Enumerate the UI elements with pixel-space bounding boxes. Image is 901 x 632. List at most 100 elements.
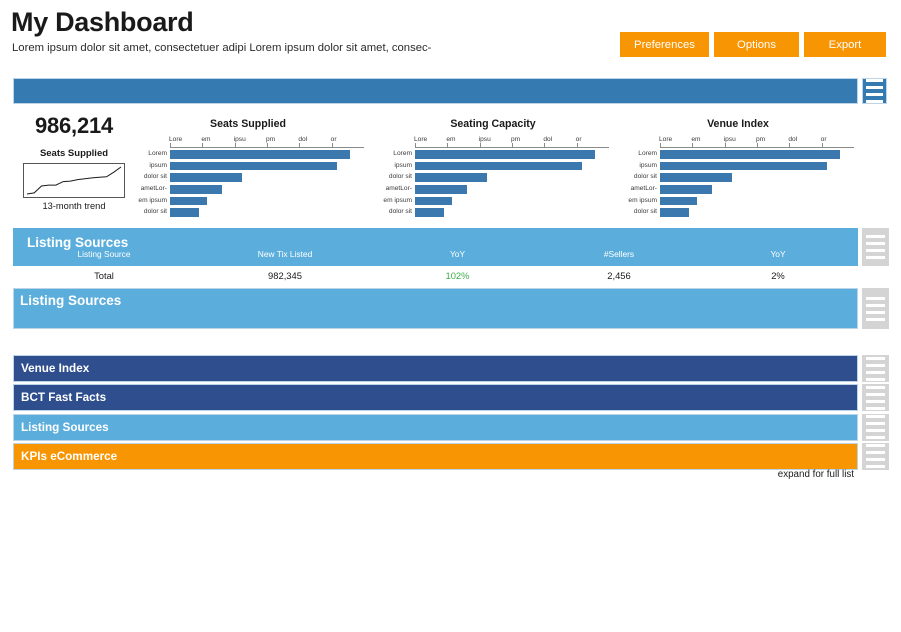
cell-sellers: 2,456 <box>607 270 631 281</box>
bar-track <box>415 150 609 159</box>
bar-category-label: dolor sit <box>633 208 657 216</box>
listing-sources-table-panel[interactable]: Listing Sources Listing Source New Tix L… <box>13 228 858 266</box>
axis-tick-label: dol <box>788 136 798 143</box>
axis-tick <box>170 143 171 148</box>
bar-row: Lorem <box>377 149 609 160</box>
bar-row: em ipsum <box>132 196 364 207</box>
axis-tick-label: or <box>820 136 827 143</box>
axis-tick-label: Lore <box>414 136 428 143</box>
column-header-sellers: #Sellers <box>603 249 635 259</box>
grip-line <box>865 310 886 314</box>
bar-track <box>170 161 364 171</box>
table-row: Total 982,345 102% 2,456 2% <box>13 270 858 281</box>
axis-tick-label: em <box>446 136 456 143</box>
bar-track <box>660 173 854 182</box>
export-button[interactable]: Export <box>804 32 886 57</box>
bar-row: dolor sit <box>622 172 854 183</box>
grip-line <box>865 422 886 426</box>
bar-category-label: Lorem <box>638 149 657 157</box>
section-listing-sources[interactable]: Listing Sources <box>13 413 858 441</box>
bar-row: Lorem <box>132 149 364 160</box>
section-label: Venue Index <box>21 362 90 375</box>
grip-line <box>865 458 886 462</box>
chart-title: Seating Capacity <box>450 118 536 130</box>
bar-category-label: ametLor- <box>385 185 412 193</box>
drag-handle-icon-venue-index[interactable] <box>862 355 889 382</box>
axis-tick <box>512 143 513 148</box>
page-title: My Dashboard <box>11 7 194 37</box>
bar-track <box>415 161 609 171</box>
bar-row: ipsum <box>622 161 854 172</box>
bar <box>660 185 713 194</box>
axis-tick <box>299 143 301 148</box>
section-label: KPIs eCommerce <box>21 449 118 463</box>
kpi-label: Seats Supplied <box>39 148 109 160</box>
section-kpis-ecommerce[interactable]: KPIs eCommerce <box>13 442 858 470</box>
bar-row: dolor sit <box>132 207 364 218</box>
bar-track <box>170 173 364 182</box>
bar <box>415 208 445 217</box>
bar-row: Lorem <box>622 149 854 160</box>
section-venue-index[interactable]: Venue Index <box>13 355 858 382</box>
bar <box>415 196 452 206</box>
axis-tick <box>724 143 726 148</box>
grip-line <box>866 79 883 82</box>
bar <box>660 150 841 159</box>
bar-row: ametLor- <box>622 184 854 195</box>
chart-seating-capacity: Seating Capacity Lore em ipsu pm dol or Lorem… <box>377 118 609 217</box>
grip-line <box>865 363 886 367</box>
axis-tick-label: or <box>330 136 337 143</box>
grip-line <box>865 317 886 321</box>
axis-tick <box>660 143 661 148</box>
grip-line <box>865 249 886 252</box>
bar-category-label: em ipsum <box>628 196 657 204</box>
bar <box>415 173 487 182</box>
drag-handle-icon-top[interactable] <box>862 78 887 104</box>
chart-bars: Lorem ipsum dolor sit ametLor-em ipsum dolor… <box>132 149 364 218</box>
axis-tick <box>234 143 236 148</box>
bar-category-label: dolor sit <box>388 173 412 181</box>
cell-yoy-2: 2% <box>771 270 785 281</box>
drag-handle-icon-band[interactable] <box>862 288 889 329</box>
cell-yoy-1: 102% <box>445 270 470 281</box>
axis-tick-label: dol <box>543 136 553 143</box>
bar <box>660 196 697 206</box>
axis-tick-label: Lore <box>169 136 183 143</box>
bar-row: em ipsum <box>377 196 609 207</box>
axis-tick <box>692 143 694 148</box>
preferences-button[interactable]: Preferences <box>620 32 709 57</box>
bar-track <box>415 208 609 217</box>
grip-line <box>865 406 886 410</box>
bar-track <box>660 150 854 159</box>
chart-axis: Lore em ipsu pm dol or <box>659 132 854 148</box>
header-button-group: Preferences Options Export <box>620 32 886 57</box>
bar-category-label: ipsum <box>639 161 657 169</box>
bar-category-label: ametLor- <box>140 185 167 193</box>
axis-tick-label: em <box>691 136 701 143</box>
axis-tick <box>331 143 333 148</box>
grip-line <box>865 235 886 238</box>
drag-handle-icon-kpis-ecommerce[interactable] <box>862 442 889 470</box>
bar-category-label: Lorem <box>393 149 412 157</box>
table-header-row: Listing Source New Tix Listed YoY #Selle… <box>13 249 858 259</box>
bar-row: em ipsum <box>622 196 854 207</box>
drag-handle-icon-listing-sources[interactable] <box>862 413 889 441</box>
bar <box>170 161 337 171</box>
axis-tick-label: pm <box>756 136 766 143</box>
top-summary-band[interactable] <box>13 78 858 104</box>
axis-tick-label: dol <box>298 136 308 143</box>
options-button[interactable]: Options <box>714 32 799 57</box>
grip-line <box>866 86 883 89</box>
drag-handle-icon-table[interactable] <box>862 228 889 266</box>
chart-bars: Lorem ipsum dolor sit ametLor-em ipsum dolor… <box>377 149 609 218</box>
section-bct-fast-facts[interactable]: BCT Fast Facts <box>13 384 858 412</box>
bar-track <box>660 185 854 194</box>
listing-sources-band[interactable]: Listing Sources <box>13 288 858 329</box>
drag-handle-icon-bct-fast-facts[interactable] <box>862 384 889 412</box>
axis-tick <box>757 143 758 148</box>
kpi-footnote: 13-month trend <box>42 201 106 212</box>
section-label: Listing Sources <box>21 420 109 434</box>
bar-row: ametLor- <box>132 184 364 195</box>
axis-tick-label: pm <box>511 136 521 143</box>
grip-line <box>865 377 886 381</box>
